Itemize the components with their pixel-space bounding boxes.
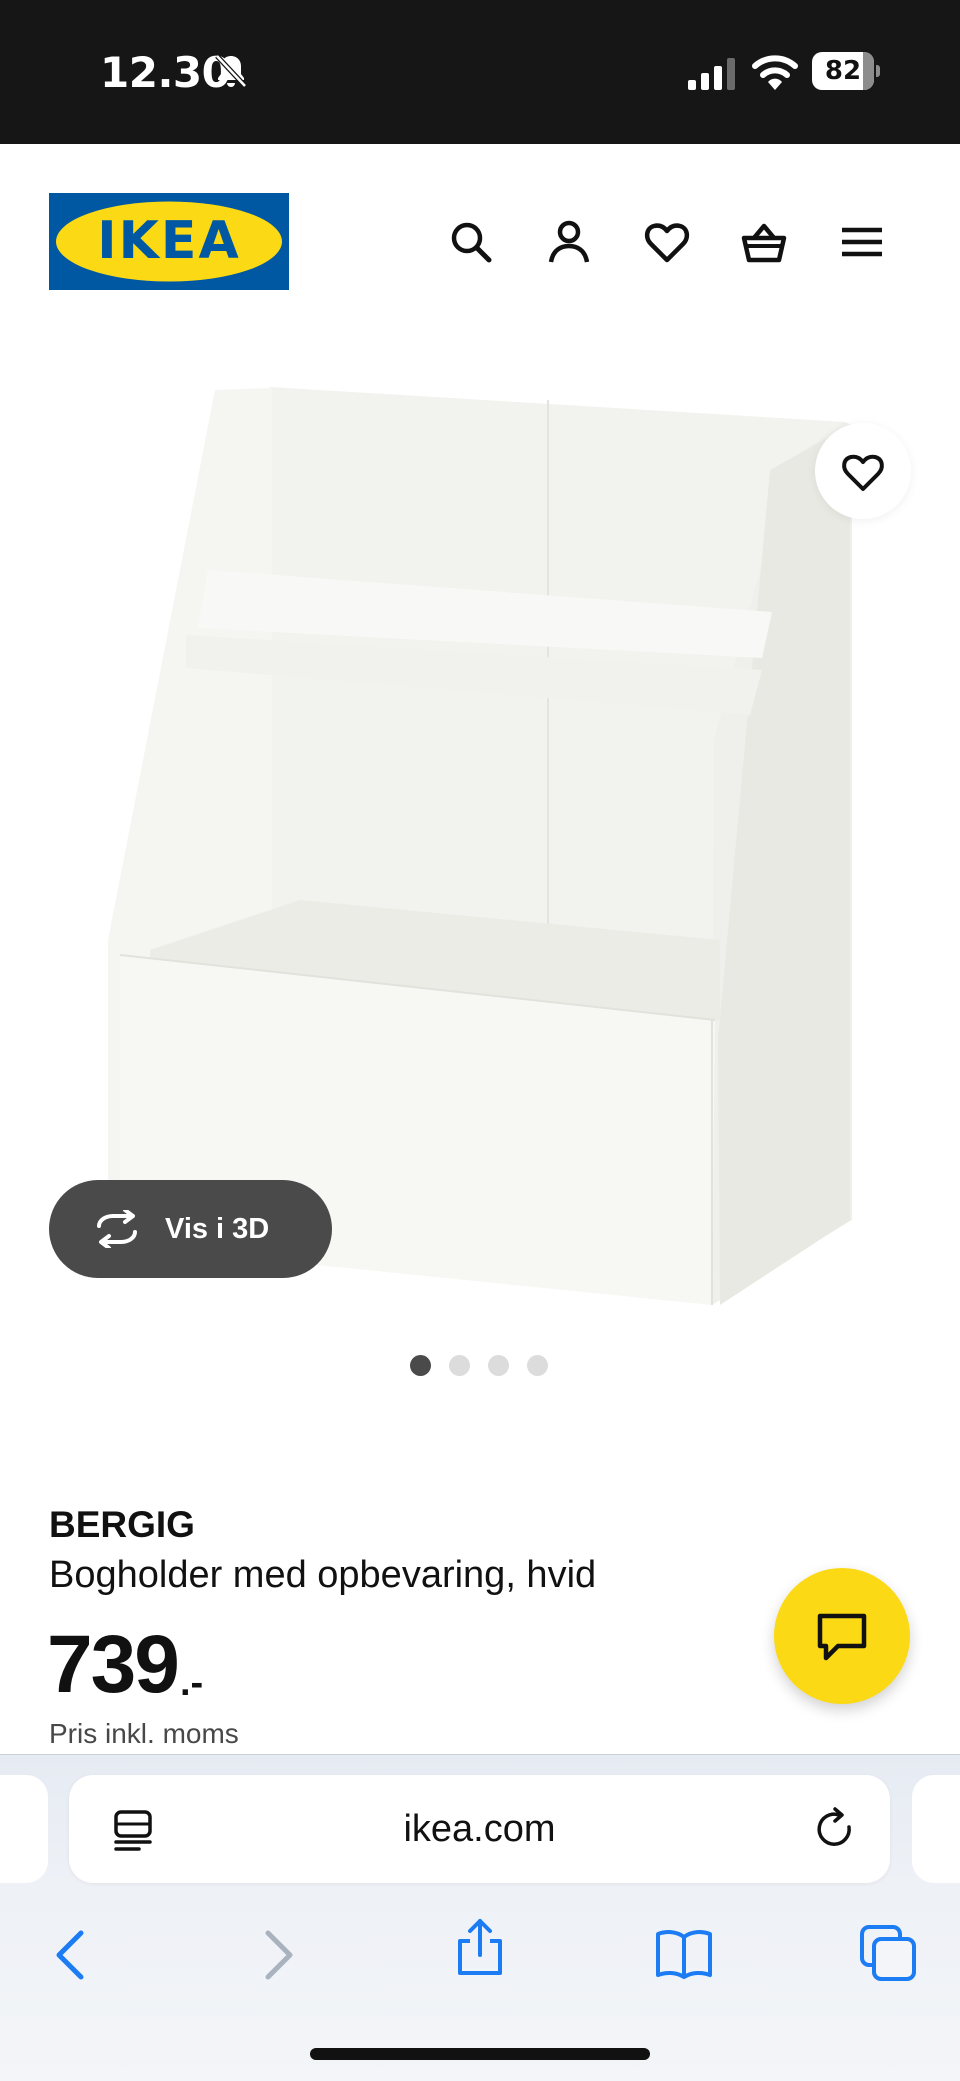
pagination-dot[interactable] — [410, 1355, 431, 1376]
back-icon[interactable] — [41, 1925, 101, 1985]
battery-tip — [876, 65, 880, 77]
address-bar[interactable]: ikea.com — [69, 1775, 890, 1883]
account-icon[interactable] — [545, 218, 593, 266]
pagination-dot[interactable] — [449, 1355, 470, 1376]
view-in-3d-button[interactable]: Vis i 3D — [49, 1180, 332, 1278]
next-tab-preview[interactable] — [912, 1775, 960, 1883]
pagination-dot[interactable] — [527, 1355, 548, 1376]
search-icon[interactable] — [447, 218, 495, 266]
share-icon[interactable] — [450, 1917, 510, 1977]
battery-body: 82 — [812, 52, 874, 90]
site-header: IKEA — [0, 144, 960, 340]
wifi-icon — [752, 52, 798, 92]
ikea-logo[interactable]: IKEA — [49, 193, 289, 290]
forward-icon[interactable] — [248, 1925, 308, 1985]
add-to-favourites-button[interactable] — [815, 423, 911, 519]
shopping-basket-icon[interactable] — [740, 218, 788, 266]
url-text: ikea.com — [403, 1808, 556, 1850]
wishlist-heart-icon[interactable] — [643, 218, 691, 266]
logo-text: IKEA — [97, 211, 241, 271]
battery-icon: 82 — [812, 52, 880, 90]
price-suffix: .- — [180, 1662, 204, 1704]
product-name: BERGIG — [49, 1504, 195, 1545]
previous-tab-preview[interactable] — [0, 1775, 48, 1883]
browser-toolbar: ikea.com — [0, 1754, 960, 2081]
bell-slash-icon — [212, 52, 250, 90]
bookmarks-icon[interactable] — [654, 1923, 714, 1983]
chat-bubble-icon — [817, 1613, 867, 1661]
home-indicator[interactable] — [310, 2048, 650, 2060]
product-price: 739 — [47, 1619, 180, 1710]
battery-level: 82 — [824, 56, 862, 86]
cellular-signal-icon — [688, 58, 736, 90]
status-time: 12.30 — [100, 48, 231, 97]
view-in-3d-label: Vis i 3D — [165, 1213, 270, 1245]
tabs-icon[interactable] — [858, 1923, 918, 1983]
pagination-dot[interactable] — [488, 1355, 509, 1376]
status-bar: 12.30 82 — [0, 0, 960, 144]
product-description: Bogholder med opbevaring, hvid — [49, 1554, 597, 1596]
chat-button[interactable] — [774, 1568, 910, 1704]
hamburger-menu-icon[interactable] — [838, 218, 886, 266]
price-note: Pris inkl. moms — [49, 1718, 239, 1749]
rotate-3d-icon — [97, 1210, 137, 1248]
heart-icon — [842, 454, 884, 491]
reload-icon[interactable] — [815, 1807, 857, 1851]
